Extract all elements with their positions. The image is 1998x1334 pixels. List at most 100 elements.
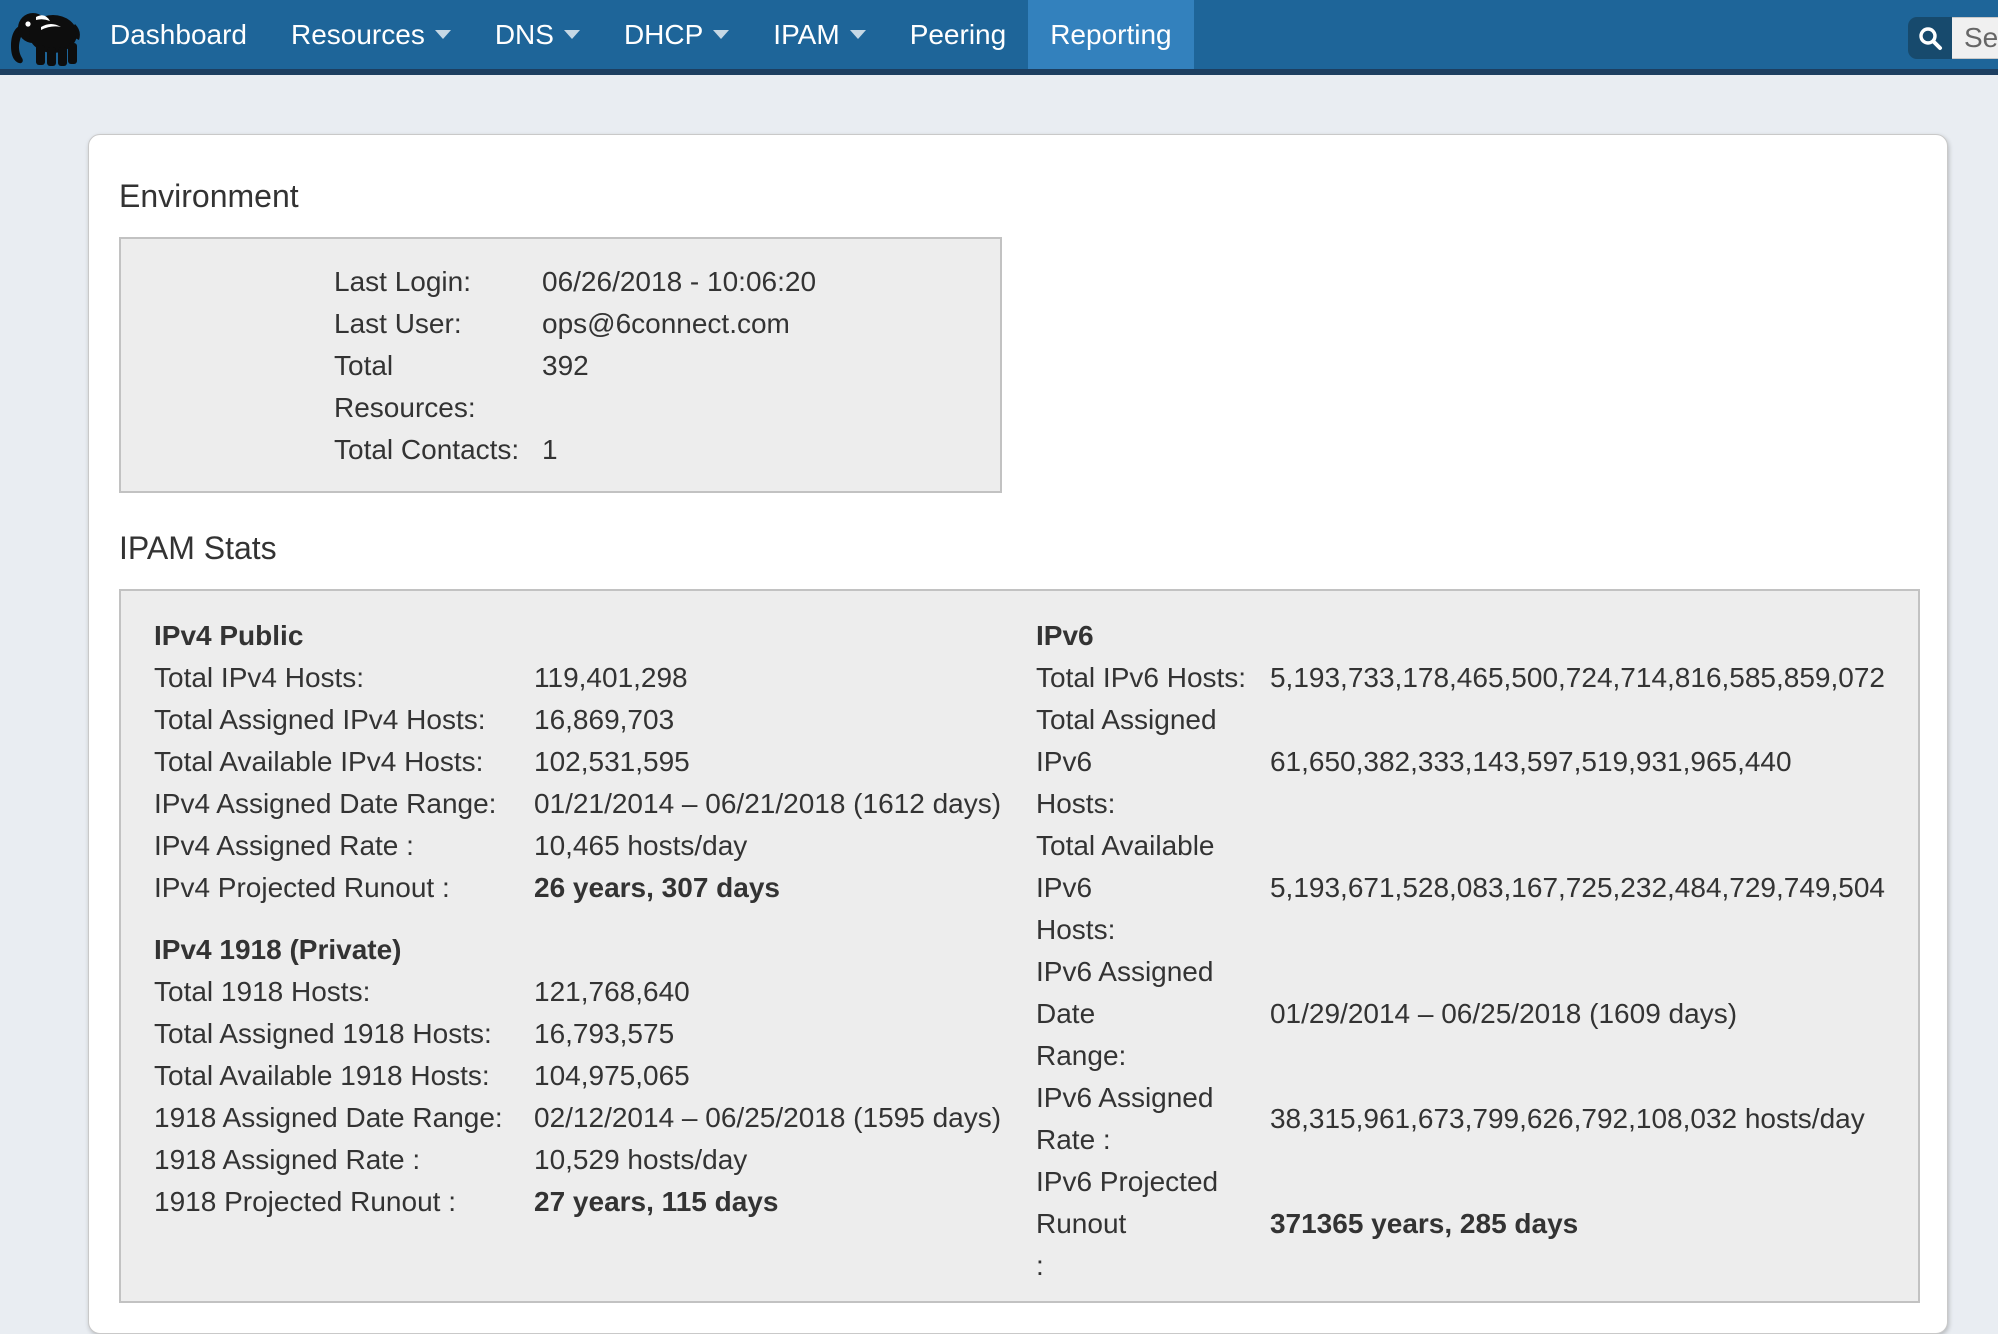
table-row: 1918 Projected Runout : 27 years, 115 da… — [154, 1181, 1001, 1223]
table-row: Total Available IPv6 Hosts: 5,193,671,52… — [1036, 825, 1885, 951]
stat-label: Total Assigned IPv4 Hosts: — [154, 699, 534, 741]
nav-item-dhcp[interactable]: DHCP — [602, 0, 751, 69]
table-row: Total Assigned IPv4 Hosts: 16,869,703 — [154, 699, 1001, 741]
table-row: Total Available 1918 Hosts: 104,975,065 — [154, 1055, 1001, 1097]
stat-value: 104,975,065 — [534, 1055, 1001, 1097]
environment-panel: Last Login: 06/26/2018 - 10:06:20 Last U… — [119, 237, 1002, 493]
table-row: Total IPv6 Hosts: 5,193,733,178,465,500,… — [1036, 657, 1885, 699]
environment-title: Environment — [119, 175, 1917, 217]
main-nav: Dashboard Resources DNS DHCP IPAM Peerin… — [88, 0, 1194, 69]
stat-value: 392 — [542, 345, 816, 429]
table-row: IPv6 Projected Runout : 371365 years, 28… — [1036, 1161, 1885, 1287]
nav-label: Reporting — [1050, 19, 1171, 51]
stat-value: 121,768,640 — [534, 971, 1001, 1013]
stat-value: 1 — [542, 429, 816, 471]
stat-label: Last User: — [334, 303, 542, 345]
chevron-down-icon — [435, 30, 451, 39]
stat-value: 38,315,961,673,799,626,792,108,032 hosts… — [1270, 1077, 1885, 1161]
stat-label: 1918 Projected Runout : — [154, 1181, 534, 1223]
table-row: IPv4 Projected Runout : 26 years, 307 da… — [154, 867, 1001, 909]
stat-label: 1918 Assigned Rate : — [154, 1139, 534, 1181]
ipv4-private-heading: IPv4 1918 (Private) — [154, 929, 1036, 971]
nav-label: Dashboard — [110, 19, 247, 51]
stat-label: IPv6 Assigned Date Range: — [1036, 951, 1270, 1077]
stat-label: Total Assigned IPv6 Hosts: — [1036, 699, 1270, 825]
stat-value: ops@6connect.com — [542, 303, 816, 345]
ipv4-private-table: Total 1918 Hosts: 121,768,640 Total Assi… — [154, 971, 1001, 1223]
global-search — [1908, 17, 1998, 59]
ipv6-table: Total IPv6 Hosts: 5,193,733,178,465,500,… — [1036, 657, 1885, 1287]
table-row: IPv6 Assigned Rate : 38,315,961,673,799,… — [1036, 1077, 1885, 1161]
stat-value: 119,401,298 — [534, 657, 1001, 699]
stat-label: Total Available 1918 Hosts: — [154, 1055, 534, 1097]
stat-value: 16,869,703 — [534, 699, 1001, 741]
stat-value: 06/26/2018 - 10:06:20 — [542, 261, 816, 303]
ipv6-column: IPv6 Total IPv6 Hosts: 5,193,733,178,465… — [1036, 615, 1885, 1287]
nav-label: Peering — [910, 19, 1007, 51]
nav-item-ipam[interactable]: IPAM — [751, 0, 887, 69]
ipv4-column: IPv4 Public Total IPv4 Hosts: 119,401,29… — [154, 615, 1036, 1223]
stat-value: 5,193,671,528,083,167,725,232,484,729,74… — [1270, 825, 1885, 951]
stat-label: Total Assigned 1918 Hosts: — [154, 1013, 534, 1055]
stat-value: 16,793,575 — [534, 1013, 1001, 1055]
stat-value: 02/12/2014 – 06/25/2018 (1595 days) — [534, 1097, 1001, 1139]
nav-label: Resources — [291, 19, 425, 51]
table-row: Total Resources: 392 — [334, 345, 816, 429]
stat-label: IPv6 Projected Runout : — [1036, 1161, 1270, 1287]
stat-label: 1918 Assigned Date Range: — [154, 1097, 534, 1139]
stat-value: 102,531,595 — [534, 741, 1001, 783]
stat-label: Total Available IPv6 Hosts: — [1036, 825, 1270, 951]
stat-label: Total Resources: — [334, 345, 542, 429]
table-row: Total Available IPv4 Hosts: 102,531,595 — [154, 741, 1001, 783]
table-row: Total Assigned IPv6 Hosts: 61,650,382,33… — [1036, 699, 1885, 825]
chevron-down-icon — [713, 30, 729, 39]
nav-label: IPAM — [773, 19, 839, 51]
app-logo[interactable] — [0, 0, 88, 69]
stat-label: IPv4 Assigned Rate : — [154, 825, 534, 867]
stat-label: IPv4 Assigned Date Range: — [154, 783, 534, 825]
nav-item-reporting[interactable]: Reporting — [1028, 0, 1193, 69]
stat-label: IPv6 Assigned Rate : — [1036, 1077, 1270, 1161]
table-row: IPv4 Assigned Rate : 10,465 hosts/day — [154, 825, 1001, 867]
table-row: IPv4 Assigned Date Range: 01/21/2014 – 0… — [154, 783, 1001, 825]
table-row: Total 1918 Hosts: 121,768,640 — [154, 971, 1001, 1013]
ipam-stats-panel: IPv4 Public Total IPv4 Hosts: 119,401,29… — [119, 589, 1920, 1303]
chevron-down-icon — [564, 30, 580, 39]
table-row: Last User: ops@6connect.com — [334, 303, 816, 345]
nav-label: DNS — [495, 19, 554, 51]
table-row: 1918 Assigned Rate : 10,529 hosts/day — [154, 1139, 1001, 1181]
stat-label: Total IPv6 Hosts: — [1036, 657, 1270, 699]
stat-value: 10,465 hosts/day — [534, 825, 1001, 867]
search-icon — [1917, 25, 1943, 51]
ipv6-heading: IPv6 — [1036, 615, 1885, 657]
stat-label: Total IPv4 Hosts: — [154, 657, 534, 699]
stat-value: 01/29/2014 – 06/25/2018 (1609 days) — [1270, 951, 1885, 1077]
table-row: IPv6 Assigned Date Range: 01/29/2014 – 0… — [1036, 951, 1885, 1077]
table-row: Total Contacts: 1 — [334, 429, 816, 471]
table-row: Last Login: 06/26/2018 - 10:06:20 — [334, 261, 816, 303]
stat-value: 5,193,733,178,465,500,724,714,816,585,85… — [1270, 657, 1885, 699]
nav-item-resources[interactable]: Resources — [269, 0, 473, 69]
stat-value: 371365 years, 285 days — [1270, 1161, 1885, 1287]
ipam-stats-title: IPAM Stats — [119, 527, 1917, 569]
stat-label: Total Contacts: — [334, 429, 542, 471]
reporting-dashboard-card: Environment Last Login: 06/26/2018 - 10:… — [88, 134, 1948, 1334]
nav-item-peering[interactable]: Peering — [888, 0, 1029, 69]
nav-item-dashboard[interactable]: Dashboard — [88, 0, 269, 69]
stat-label: Last Login: — [334, 261, 542, 303]
search-button[interactable] — [1908, 17, 1952, 59]
stat-value: 26 years, 307 days — [534, 867, 1001, 909]
stat-label: Total 1918 Hosts: — [154, 971, 534, 1013]
ipv4-public-heading: IPv4 Public — [154, 615, 1036, 657]
chevron-down-icon — [850, 30, 866, 39]
stat-value: 61,650,382,333,143,597,519,931,965,440 — [1270, 699, 1885, 825]
nav-item-dns[interactable]: DNS — [473, 0, 602, 69]
elephant-logo-icon — [7, 3, 81, 67]
stat-label: Total Available IPv4 Hosts: — [154, 741, 534, 783]
stat-label: IPv4 Projected Runout : — [154, 867, 534, 909]
table-row: 1918 Assigned Date Range: 02/12/2014 – 0… — [154, 1097, 1001, 1139]
stat-value: 27 years, 115 days — [534, 1181, 1001, 1223]
nav-label: DHCP — [624, 19, 703, 51]
search-input[interactable] — [1952, 17, 1998, 59]
table-row: Total Assigned 1918 Hosts: 16,793,575 — [154, 1013, 1001, 1055]
